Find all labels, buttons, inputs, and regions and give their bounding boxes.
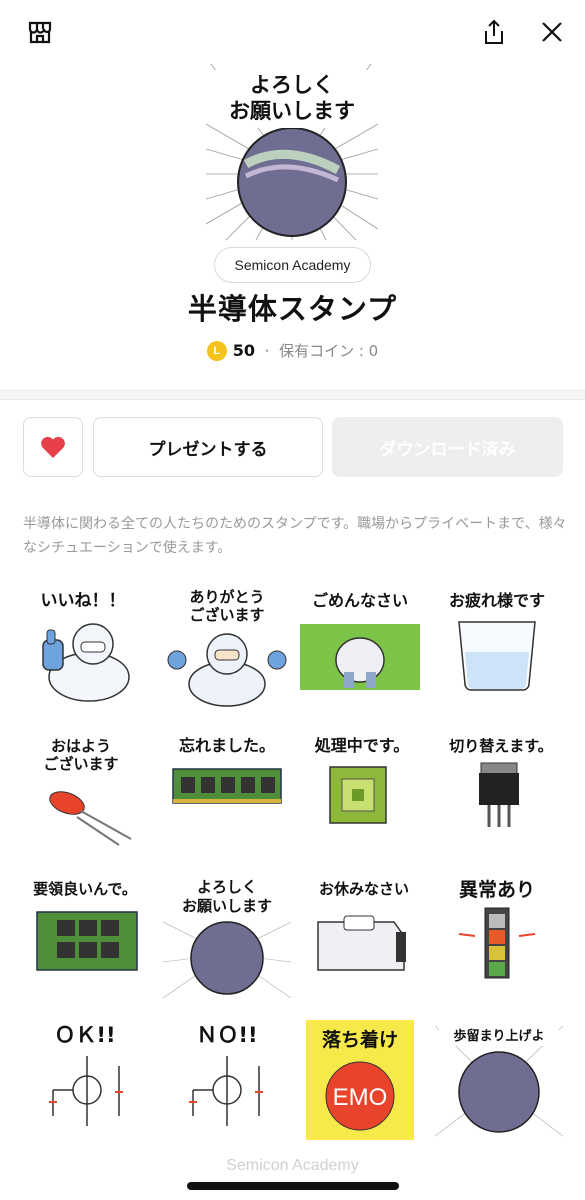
sticker-caption: お願いします — [182, 897, 272, 915]
main-caption-line2: お願いします — [229, 99, 355, 123]
coin-icon: L — [206, 340, 227, 361]
price-row: L 50 ・ 保有コイン : 0 — [0, 340, 585, 361]
share-icon[interactable] — [476, 14, 512, 50]
sticker-caption: おはよう — [51, 737, 111, 755]
sticker-gomennasai[interactable]: ごめんなさい — [298, 582, 426, 710]
owned-coins: 保有コイン : 0 — [279, 342, 379, 360]
sticker-caption: 処理中です。 — [315, 736, 409, 755]
sticker-iine[interactable]: いいね！！ — [23, 582, 151, 710]
sticker-caption: ありがとう — [189, 588, 264, 606]
emo-badge: EMO — [333, 1084, 388, 1111]
sticker-set-title: 半導体スタンプ — [187, 292, 398, 326]
like-button[interactable] — [23, 417, 83, 477]
sticker-grid: いいね！！ ありがとう ございます ごめんなさい お疲れ様です おはよう ござい… — [23, 572, 568, 1142]
sticker-ohayou[interactable]: おはよう ございます — [23, 727, 151, 855]
sticker-caption: お休みなさい — [319, 880, 409, 898]
set-description: 半導体に関わる全ての人たちのためのスタンプです。職場からプライベートまで、様々な… — [23, 516, 567, 556]
main-caption-line1: よろしく — [250, 73, 334, 97]
main-sticker-image: よろしく お願いします — [206, 64, 378, 240]
author-chip[interactable]: Semicon Academy — [214, 247, 371, 283]
sticker-caption: 落ち着け — [322, 1028, 398, 1051]
section-divider — [0, 390, 585, 400]
sticker-shorichuu[interactable]: 処理中です。 — [298, 727, 426, 855]
sticker-otsukaresama[interactable]: お疲れ様です — [435, 582, 563, 710]
heart-icon — [41, 436, 65, 458]
present-button[interactable]: プレゼントする — [93, 417, 323, 477]
sticker-ok[interactable]: ＯＫ!! — [23, 1016, 151, 1144]
sticker-arigatou[interactable]: ありがとう ございます — [163, 582, 291, 710]
download-button: ダウンロード済み — [332, 417, 563, 477]
sticker-caption: よろしく — [197, 878, 257, 896]
sticker-oyasuminasai[interactable]: お休みなさい — [298, 872, 426, 1000]
sticker-youryouii[interactable]: 要領良いんで。 — [23, 872, 151, 1000]
sticker-ijouari[interactable]: 異常あり — [435, 872, 563, 1000]
sticker-caption: ごめんなさい — [312, 591, 408, 610]
sticker-caption: ございます — [43, 755, 118, 773]
sticker-caption: 要領良いんで。 — [33, 880, 137, 898]
sticker-caption: いいね！！ — [41, 591, 126, 611]
sticker-caption: お疲れ様です — [449, 591, 545, 610]
separator: ・ — [261, 344, 274, 358]
sticker-wasuremashita[interactable]: 忘れました。 — [163, 727, 291, 855]
sticker-no[interactable]: ＮＯ!! — [163, 1016, 291, 1144]
sticker-caption: ございます — [189, 606, 264, 624]
sticker-caption: ＯＫ!! — [54, 1023, 115, 1047]
footer-author: Semicon Academy — [226, 1157, 359, 1174]
sticker-caption: ＮＯ!! — [196, 1023, 257, 1047]
sticker-ochitsuke[interactable]: 落ち着け EMO — [298, 1016, 426, 1144]
sticker-caption: 切り替えます。 — [449, 737, 553, 755]
price-value: 50 — [232, 341, 256, 360]
sticker-yoroshiku[interactable]: よろしく お願いします — [163, 872, 291, 1000]
sticker-caption: 歩留まり上げよ — [453, 1028, 544, 1044]
close-icon[interactable] — [534, 14, 570, 50]
sticker-caption: 忘れました。 — [179, 736, 275, 755]
home-indicator — [187, 1182, 399, 1190]
top-bar — [0, 0, 585, 64]
shop-icon[interactable] — [22, 14, 58, 50]
sticker-caption: 異常あり — [459, 878, 535, 901]
sticker-budomari[interactable]: 歩留まり上げよ — [435, 1016, 563, 1144]
sticker-kirikaemasu[interactable]: 切り替えます。 — [435, 727, 563, 855]
